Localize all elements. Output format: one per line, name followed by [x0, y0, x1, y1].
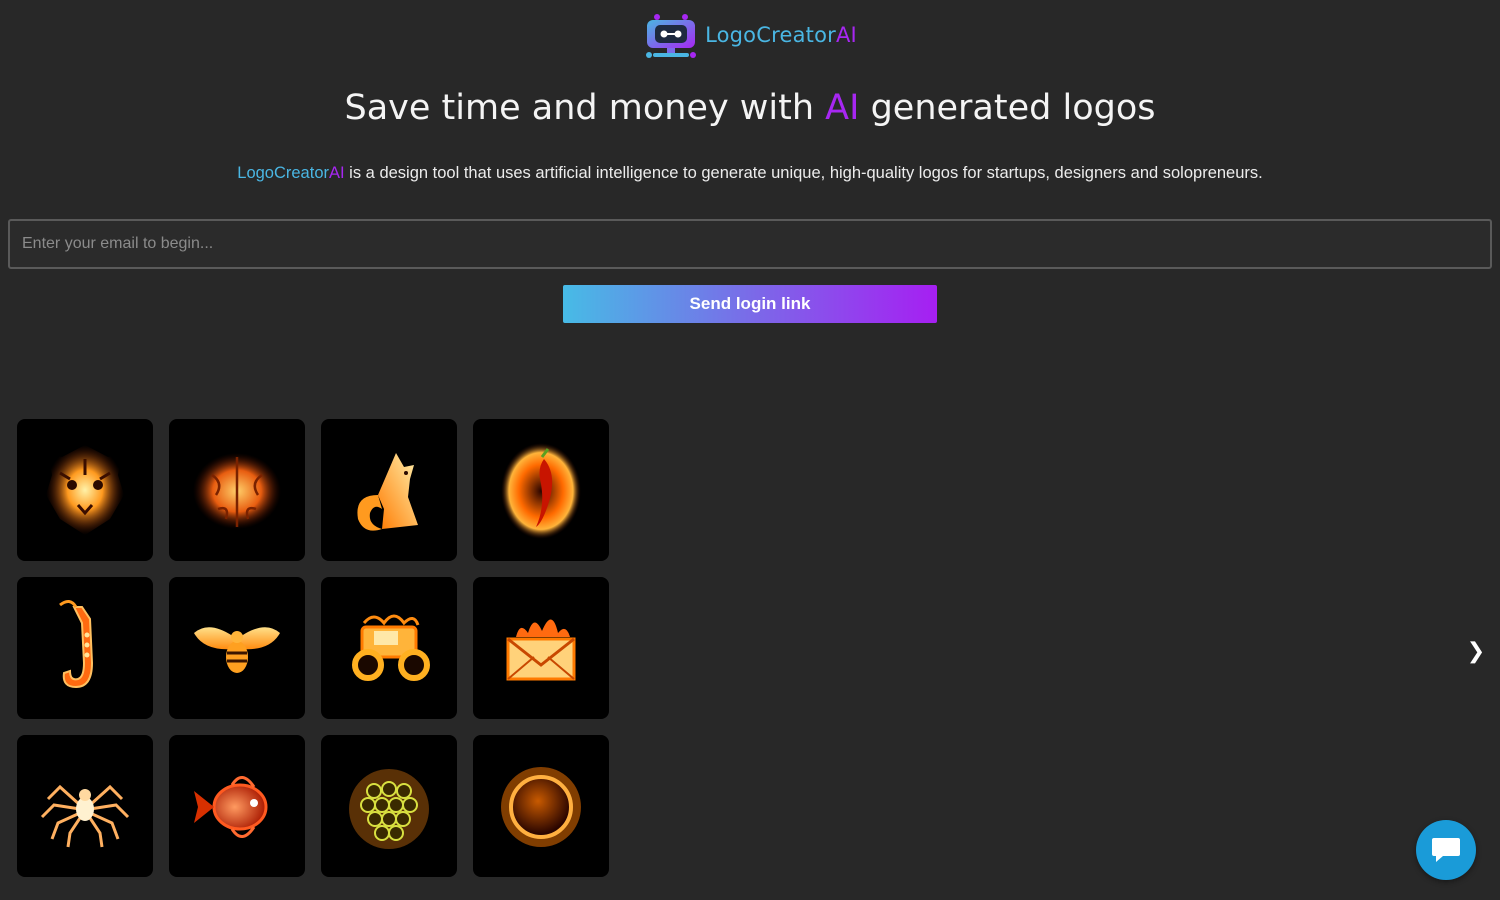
logo-text-part1: LogoCreator: [705, 23, 836, 47]
fire-fox-logo[interactable]: [321, 419, 457, 561]
fire-sun-logo[interactable]: [473, 735, 609, 877]
fire-fish-logo[interactable]: [169, 735, 305, 877]
fire-bee-logo[interactable]: [169, 577, 305, 719]
hero-title-before: Save time and money with: [344, 88, 826, 128]
fire-brain-logo[interactable]: [169, 419, 305, 561]
hero-title-accent: AI: [825, 88, 860, 128]
fire-tiger-logo[interactable]: [17, 419, 153, 561]
logo-wordmark: LogoCreatorAI: [705, 23, 857, 47]
send-login-link-button[interactable]: Send login link: [563, 285, 937, 323]
fire-tractor-logo[interactable]: [321, 577, 457, 719]
hero-title: Save time and money with AI generated lo…: [0, 88, 1500, 128]
fire-chili-pepper-logo[interactable]: [473, 419, 609, 561]
robot-logo-icon: [646, 14, 697, 58]
email-input[interactable]: [8, 219, 1492, 269]
chevron-right-icon[interactable]: ❯: [1464, 637, 1488, 665]
fire-saxophone-logo[interactable]: [17, 577, 153, 719]
subtitle-brand-part1: LogoCreator: [237, 164, 329, 182]
subtitle-brand-part2: AI: [329, 164, 345, 182]
logo-text-part2: AI: [835, 23, 857, 47]
logo-gallery: ❮: [0, 419, 1500, 879]
fire-envelope-logo[interactable]: [473, 577, 609, 719]
logo-link[interactable]: LogoCreatorAI: [643, 11, 857, 59]
hero-title-after: generated logos: [859, 88, 1156, 128]
chat-bubble-icon: [1432, 838, 1460, 862]
header: LogoCreatorAI: [0, 0, 1500, 70]
logo-grid: [17, 419, 609, 877]
fire-grapes-logo[interactable]: [321, 735, 457, 877]
fire-spider-logo[interactable]: [17, 735, 153, 877]
subtitle-text: is a design tool that uses artificial in…: [344, 164, 1263, 182]
hero-subtitle: LogoCreatorAI is a design tool that uses…: [0, 164, 1500, 183]
chat-launcher-button[interactable]: [1416, 820, 1476, 880]
